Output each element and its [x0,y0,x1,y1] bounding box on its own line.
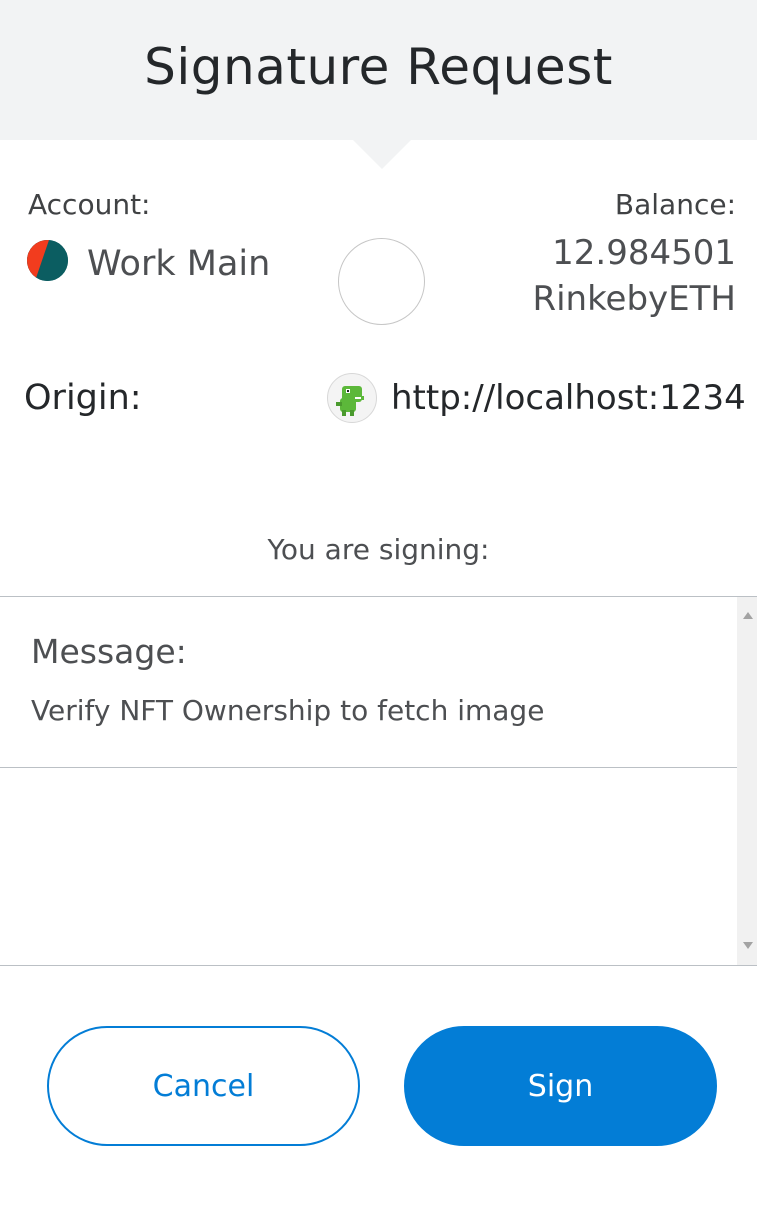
cancel-button[interactable]: Cancel [47,1026,360,1146]
sign-button[interactable]: Sign [404,1026,717,1146]
message-divider [0,767,737,768]
scroll-down-arrow-icon[interactable] [743,942,753,949]
message-label: Message: [31,632,187,671]
balance-unit: RinkebyETH [532,279,736,319]
account-name: Work Main [87,244,271,284]
header: Signature Request [0,0,757,140]
dino-icon [327,373,377,423]
account-avatar-icon [27,240,68,281]
origin-label: Origin: [24,378,142,418]
scroll-up-arrow-icon[interactable] [743,612,753,619]
header-notch [353,140,411,169]
balance-label: Balance: [614,188,736,221]
message-value: Verify NFT Ownership to fetch image [31,694,545,727]
page-title: Signature Request [144,38,613,96]
account-label: Account: [28,188,151,221]
message-scrollbar[interactable] [737,597,757,965]
origin-url: http://localhost:1234 [391,378,746,418]
balance-amount: 12.984501 [552,233,736,273]
signing-label: You are signing: [267,533,490,566]
identicon-circle [338,238,425,325]
